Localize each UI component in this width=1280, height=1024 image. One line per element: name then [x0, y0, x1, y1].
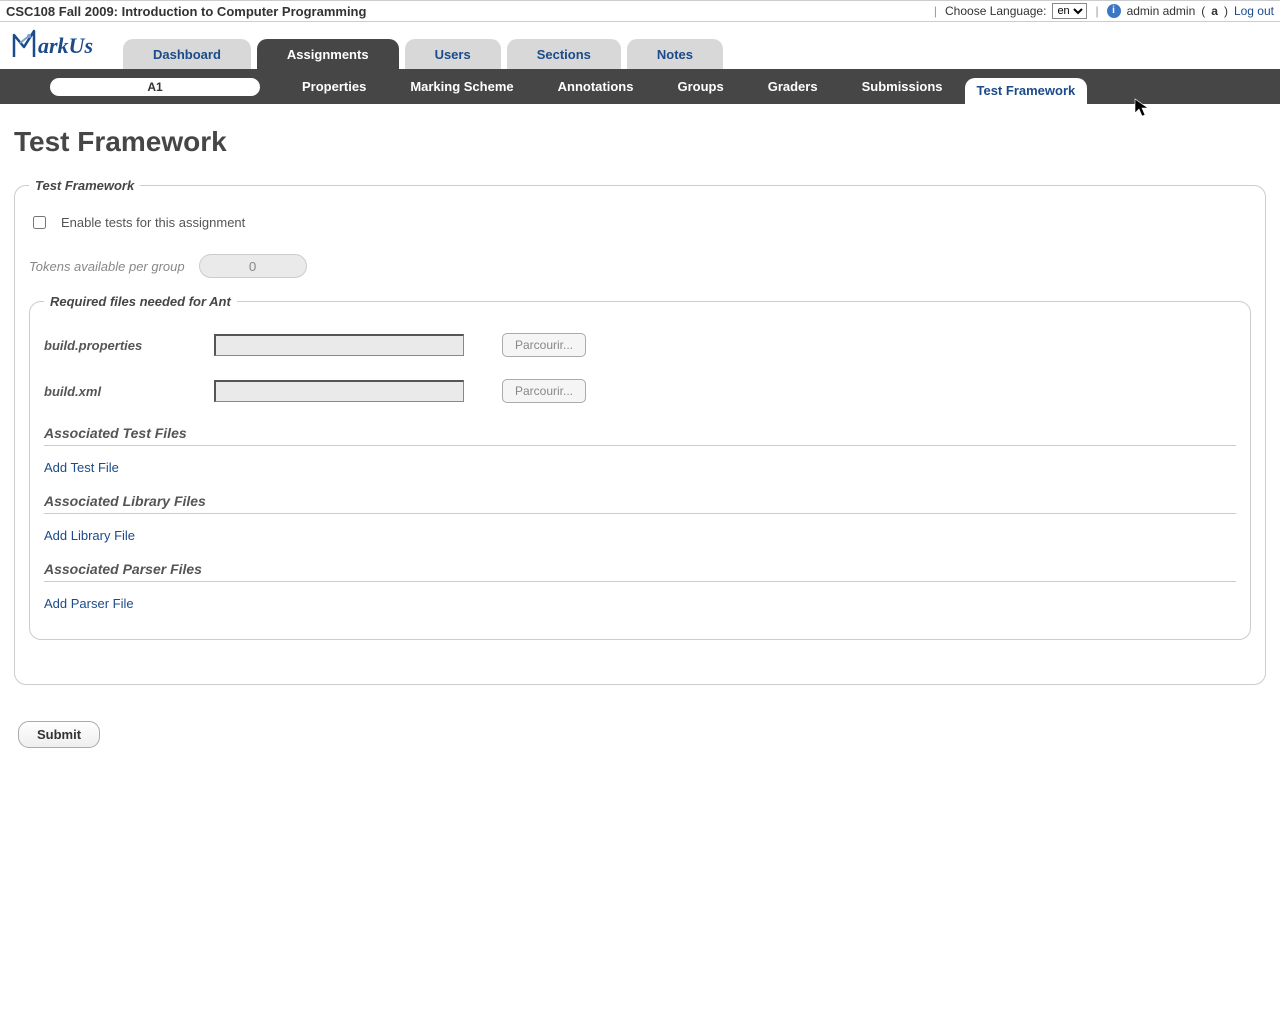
course-title: CSC108 Fall 2009: Introduction to Comput…: [6, 4, 366, 19]
assignment-pill[interactable]: A1: [50, 78, 260, 96]
subtab-annotations[interactable]: Annotations: [536, 69, 656, 104]
build-xml-label: build.xml: [44, 384, 174, 399]
build-properties-browse-button[interactable]: Parcourir...: [502, 333, 586, 357]
enable-tests-checkbox[interactable]: [33, 216, 46, 229]
logo: arkUs: [10, 29, 93, 69]
required-legend: Required files needed for Ant: [44, 294, 237, 309]
page-title: Test Framework: [14, 126, 1266, 158]
build-xml-input[interactable]: [214, 380, 464, 402]
subtab-properties[interactable]: Properties: [280, 69, 388, 104]
associated-library-files-header: Associated Library Files: [44, 493, 1236, 514]
add-test-file-link[interactable]: Add Test File: [44, 460, 1236, 475]
subtab-submissions[interactable]: Submissions: [840, 69, 965, 104]
tab-dashboard[interactable]: Dashboard: [123, 39, 251, 69]
outer-legend: Test Framework: [29, 178, 140, 193]
tokens-label: Tokens available per group: [29, 259, 185, 274]
enable-tests-label: Enable tests for this assignment: [61, 215, 245, 230]
add-parser-file-link[interactable]: Add Parser File: [44, 596, 1236, 611]
subtab-test-framework[interactable]: Test Framework: [965, 78, 1088, 104]
associated-parser-files-header: Associated Parser Files: [44, 561, 1236, 582]
info-icon: i: [1107, 4, 1121, 18]
submit-button[interactable]: Submit: [18, 721, 100, 748]
user-role: a: [1211, 4, 1218, 18]
role-close-paren: ): [1224, 4, 1228, 18]
tab-assignments[interactable]: Assignments: [257, 39, 399, 69]
tab-sections[interactable]: Sections: [507, 39, 621, 69]
separator: |: [1093, 4, 1100, 18]
build-xml-browse-button[interactable]: Parcourir...: [502, 379, 586, 403]
user-display: admin admin: [1127, 4, 1196, 18]
language-select[interactable]: en: [1052, 3, 1087, 19]
tab-users[interactable]: Users: [405, 39, 501, 69]
logout-link[interactable]: Log out: [1234, 4, 1274, 18]
primary-tabs: Dashboard Assignments Users Sections Not…: [123, 39, 723, 69]
required-files-fieldset: Required files needed for Ant build.prop…: [29, 294, 1251, 640]
tab-notes[interactable]: Notes: [627, 39, 723, 69]
role-open-paren: (: [1201, 4, 1205, 18]
build-properties-label: build.properties: [44, 338, 174, 353]
add-library-file-link[interactable]: Add Library File: [44, 528, 1236, 543]
subtab-graders[interactable]: Graders: [746, 69, 840, 104]
build-properties-input[interactable]: [214, 334, 464, 356]
tokens-input[interactable]: [199, 254, 307, 278]
choose-language-label: Choose Language:: [945, 4, 1046, 18]
test-framework-fieldset: Test Framework Enable tests for this ass…: [14, 178, 1266, 685]
subtab-groups[interactable]: Groups: [655, 69, 745, 104]
separator: |: [932, 4, 939, 18]
associated-test-files-header: Associated Test Files: [44, 425, 1236, 446]
subtab-marking-scheme[interactable]: Marking Scheme: [388, 69, 535, 104]
